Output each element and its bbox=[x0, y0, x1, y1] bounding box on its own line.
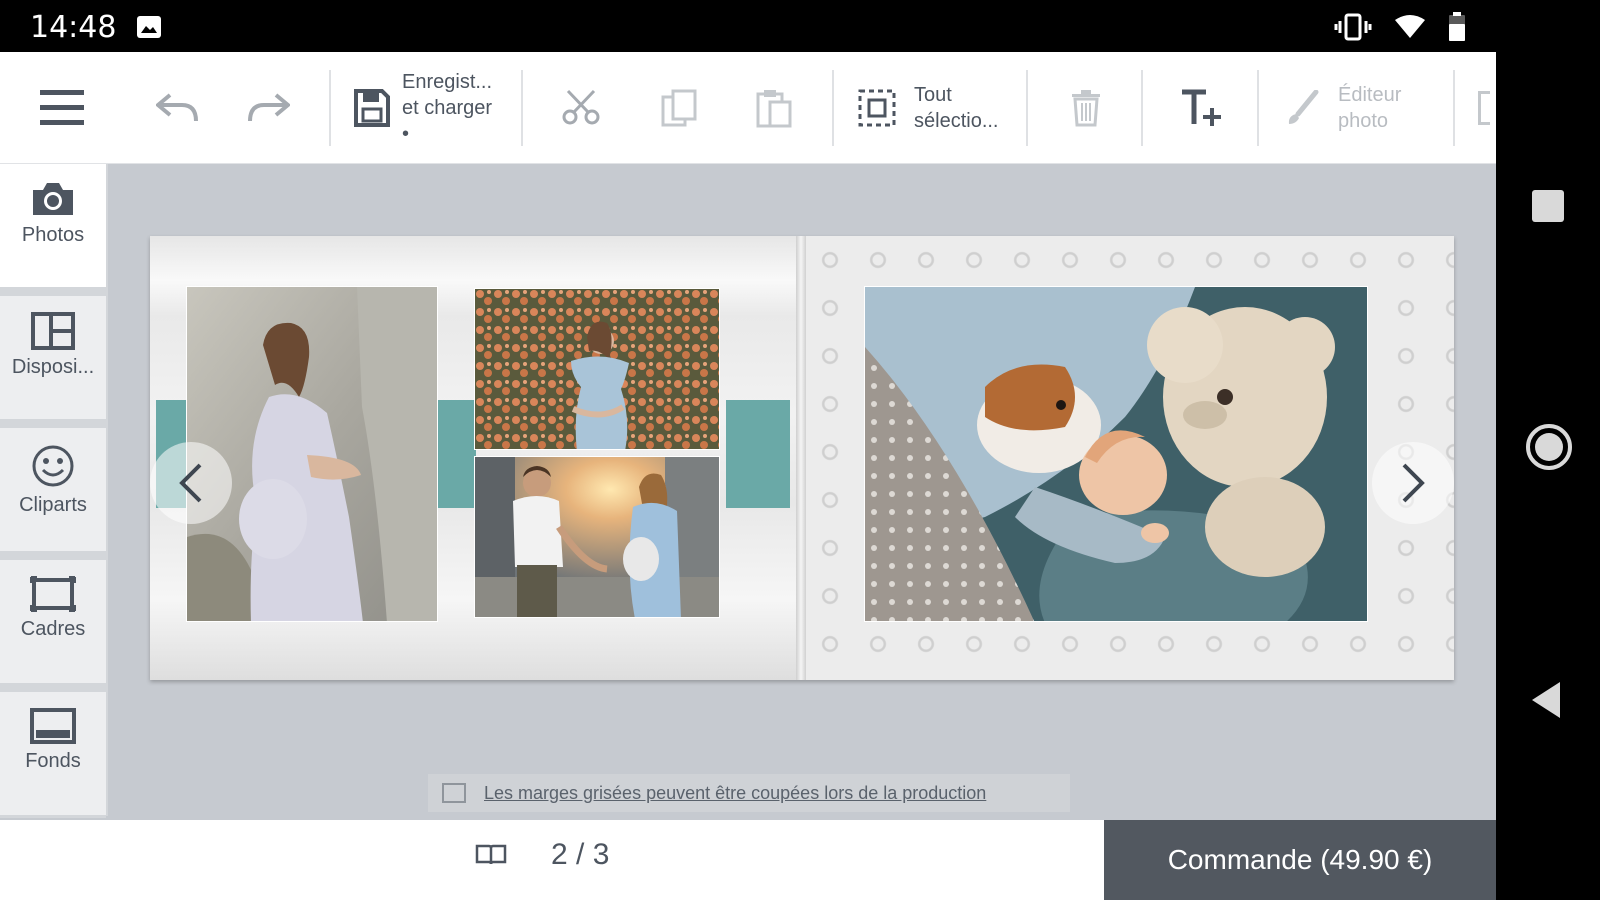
image-notification-icon bbox=[137, 16, 161, 38]
toolbar-separator bbox=[521, 70, 523, 146]
margin-warning: Les marges grisées peuvent être coupées … bbox=[428, 774, 1070, 812]
brush-icon bbox=[1288, 90, 1319, 124]
next-spread-button[interactable] bbox=[1372, 442, 1454, 524]
sidebar-item-backgrounds[interactable]: Fonds bbox=[0, 692, 106, 818]
save-and-load-label: Enregist... et charger • bbox=[402, 71, 493, 145]
status-time: 14:48 bbox=[30, 10, 117, 45]
battery-icon bbox=[1449, 12, 1465, 41]
teal-band bbox=[438, 400, 476, 508]
sidebar-item-photos[interactable]: Photos bbox=[0, 164, 106, 290]
left-tool-panel: Photos Disposi... Cliparts Cadres Fonds bbox=[0, 164, 108, 818]
add-text-icon bbox=[1182, 89, 1221, 126]
select-all-label: Tout sélectio... bbox=[914, 84, 999, 132]
status-bar: 14:48 bbox=[0, 0, 1496, 52]
chevron-right-icon bbox=[1402, 463, 1425, 503]
photo-editor-label: Éditeur photo bbox=[1338, 84, 1402, 132]
page-indicator[interactable]: 2 / 3 bbox=[551, 838, 609, 872]
more-tools-button[interactable] bbox=[1478, 52, 1490, 164]
select-all-button[interactable]: Tout sélectio... bbox=[858, 52, 998, 164]
select-all-icon bbox=[858, 89, 896, 127]
sidebar-item-label: Cliparts bbox=[19, 494, 87, 516]
status-icons bbox=[1334, 12, 1466, 42]
photo-image bbox=[475, 457, 719, 617]
background-icon bbox=[30, 708, 76, 744]
copy-button[interactable] bbox=[660, 52, 698, 164]
save-and-load-button[interactable]: Enregist... et charger • bbox=[354, 52, 492, 164]
book-pages-icon[interactable] bbox=[475, 844, 507, 866]
photo-editor-button[interactable]: Éditeur photo bbox=[1286, 52, 1401, 164]
sidebar-item-label: Disposi... bbox=[11, 356, 95, 378]
undo-button[interactable] bbox=[156, 52, 200, 164]
undo-icon bbox=[156, 93, 198, 122]
photo-image bbox=[187, 287, 437, 621]
sidebar-item-label: Cadres bbox=[20, 618, 86, 640]
cut-button[interactable] bbox=[562, 52, 600, 164]
photo-image bbox=[865, 287, 1367, 621]
back-icon[interactable] bbox=[1526, 678, 1566, 722]
frame-icon bbox=[30, 576, 76, 612]
vibrate-icon bbox=[1334, 13, 1372, 41]
redo-icon bbox=[248, 93, 290, 122]
sidebar-item-frames[interactable]: Cadres bbox=[0, 560, 106, 686]
pregnant-woman-flowers-photo[interactable] bbox=[474, 288, 720, 450]
camera-icon bbox=[33, 183, 73, 215]
page-navigator: 2 / 3 bbox=[475, 838, 609, 872]
toolbar-separator bbox=[1257, 70, 1259, 146]
recents-icon[interactable] bbox=[1526, 184, 1570, 228]
baby-teddy-dog-photo[interactable] bbox=[864, 286, 1368, 622]
toolbar-separator bbox=[1026, 70, 1028, 146]
paste-icon bbox=[756, 90, 792, 128]
toolbar-separator bbox=[329, 70, 331, 146]
layout-icon bbox=[31, 312, 75, 350]
home-icon[interactable] bbox=[1526, 424, 1572, 470]
wifi-icon bbox=[1395, 15, 1425, 38]
redo-button[interactable] bbox=[246, 52, 290, 164]
bottom-bar: 2 / 3 Commande (49.90 €) bbox=[0, 820, 1496, 900]
pregnant-woman-rocks-photo[interactable] bbox=[186, 286, 438, 622]
margin-warning-checkbox[interactable] bbox=[442, 783, 466, 803]
delete-button[interactable] bbox=[1070, 52, 1102, 164]
system-navigation-bar bbox=[1496, 0, 1600, 900]
toolbar-separator bbox=[1453, 70, 1455, 146]
previous-spread-button[interactable] bbox=[150, 442, 232, 524]
toolbar-separator bbox=[1141, 70, 1143, 146]
sidebar-item-layouts[interactable]: Disposi... bbox=[0, 296, 106, 422]
add-text-button[interactable] bbox=[1180, 52, 1224, 164]
order-button[interactable]: Commande (49.90 €) bbox=[1104, 820, 1496, 900]
teal-band bbox=[726, 400, 790, 508]
sidebar-item-label: Photos bbox=[21, 224, 85, 246]
paste-button[interactable] bbox=[756, 52, 792, 164]
chevron-left-icon bbox=[179, 463, 202, 503]
couple-holding-hands-photo[interactable] bbox=[474, 456, 720, 618]
sidebar-item-cliparts[interactable]: Cliparts bbox=[0, 428, 106, 554]
menu-button[interactable] bbox=[38, 52, 86, 164]
photo-book-spread bbox=[150, 236, 1454, 680]
trash-icon bbox=[1072, 90, 1100, 127]
photo-book-editor: Enregist... et charger • Tout sélectio..… bbox=[0, 52, 1496, 900]
hamburger-icon bbox=[40, 90, 84, 125]
save-icon bbox=[354, 89, 390, 127]
margin-warning-link[interactable]: Les marges grisées peuvent être coupées … bbox=[484, 783, 986, 804]
scissors-icon bbox=[562, 89, 600, 125]
toolbar-separator bbox=[832, 70, 834, 146]
smiley-icon bbox=[32, 445, 74, 487]
copy-icon bbox=[661, 89, 697, 127]
sidebar-item-label: Fonds bbox=[25, 750, 81, 772]
book-spine bbox=[796, 236, 806, 680]
photo-image bbox=[475, 289, 719, 449]
toolbar: Enregist... et charger • Tout sélectio..… bbox=[0, 52, 1496, 164]
